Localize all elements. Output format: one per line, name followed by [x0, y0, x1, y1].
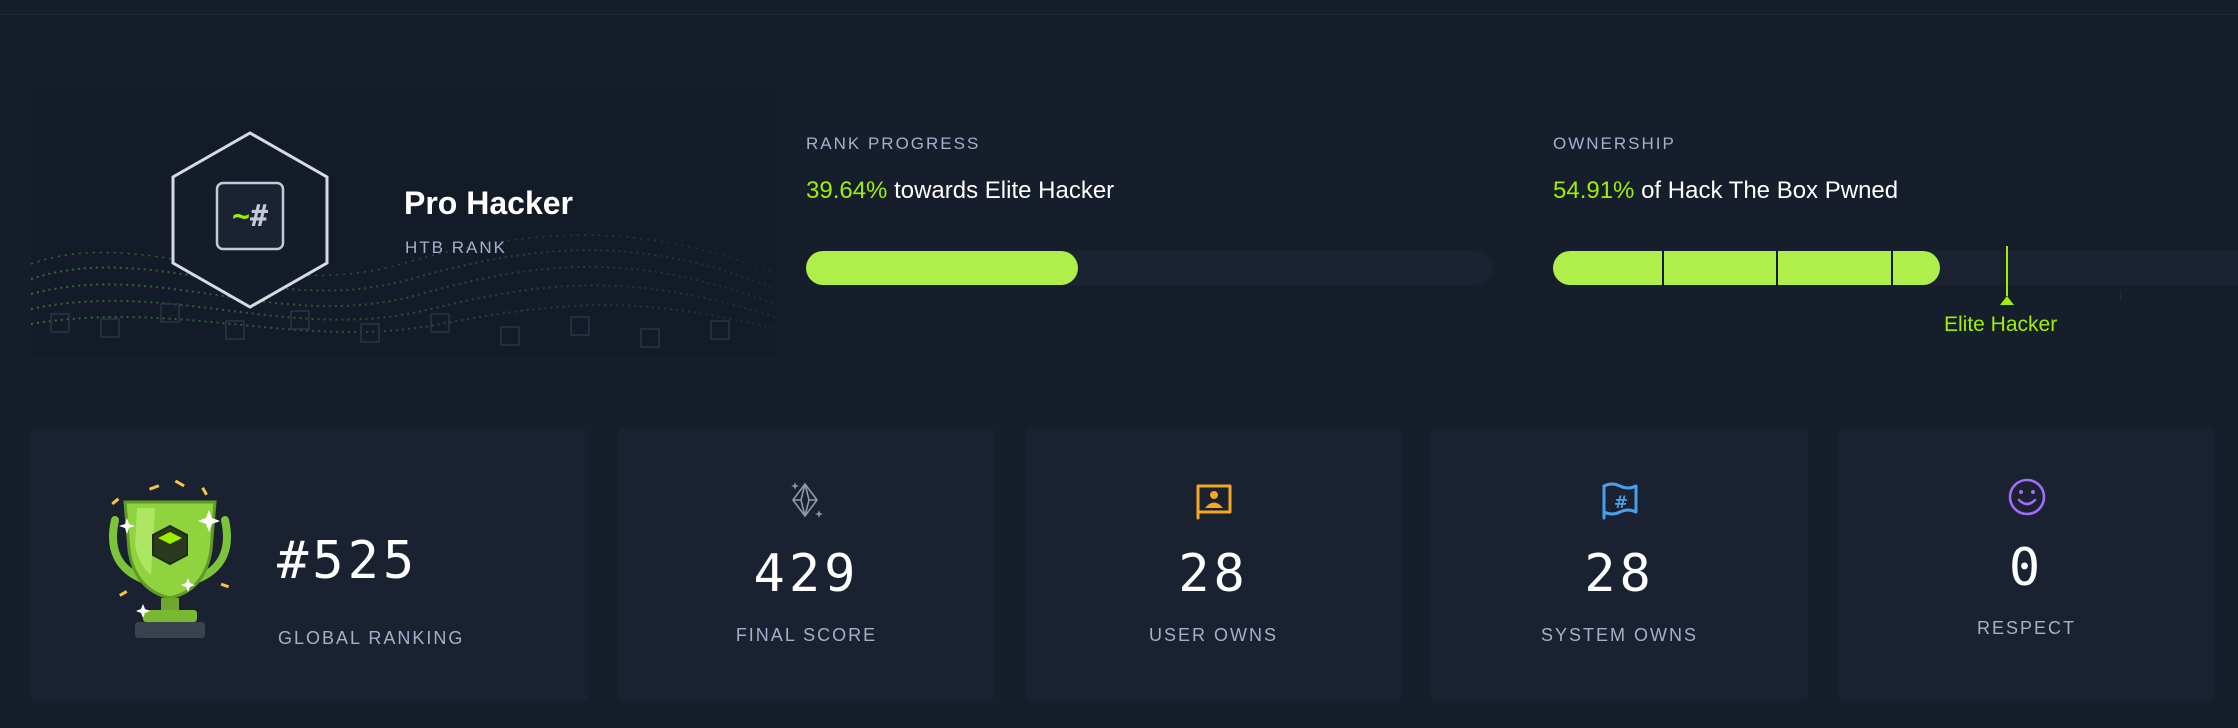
- respect-value: 0: [2008, 538, 2045, 598]
- system-owns-label: SYSTEM OWNS: [1540, 625, 1698, 645]
- rank-title: Pro Hacker: [404, 185, 573, 221]
- rank-progress-towards: towards: [894, 177, 979, 204]
- rank-progress-text: 39.64% towards Elite Hacker: [806, 177, 1114, 205]
- system-owns-card: # 28 SYSTEM OWNS: [1431, 428, 1808, 701]
- global-ranking-label: GLOBAL RANKING: [278, 628, 465, 648]
- ownership-fill: [1553, 251, 1940, 285]
- elite-hacker-marker-line: [2006, 246, 2008, 296]
- rank-hex-logo: ~#: [171, 131, 329, 309]
- global-ranking-card: #525 GLOBAL RANKING: [31, 428, 588, 701]
- user-owns-card: 28 USER OWNS: [1025, 428, 1402, 701]
- header-divider: [0, 14, 2238, 15]
- svg-text:~#: ~#: [232, 199, 268, 234]
- ownership-segment-tick: [1662, 251, 1664, 285]
- trophy-icon: [109, 480, 231, 638]
- elite-hacker-marker-arrow: [2000, 296, 2014, 305]
- ownership-label: OWNERSHIP: [1553, 134, 1676, 153]
- final-score-value: 429: [753, 544, 860, 604]
- global-ranking-value: #525: [277, 531, 419, 591]
- user-owns-label: USER OWNS: [1148, 625, 1278, 645]
- user-owns-value: 28: [1178, 544, 1249, 604]
- ownership-segment-tick: [1776, 251, 1778, 285]
- system-flag-icon: #: [1602, 482, 1637, 520]
- wave-background: [31, 234, 776, 348]
- respect-card: 0 RESPECT: [1838, 428, 2215, 701]
- rank-banner: ~# Pro Hacker HTB RANK: [31, 89, 776, 357]
- final-score-label: FINAL SCORE: [735, 625, 878, 645]
- ownership-text: 54.91% of Hack The Box Pwned: [1553, 177, 1898, 205]
- system-owns-value: 28: [1584, 544, 1655, 604]
- diamond-icon: [790, 482, 823, 518]
- ownership-scale-tick: [2120, 290, 2121, 300]
- ownership-segment-tick: [1891, 251, 1893, 285]
- rank-progress-fill: [806, 251, 1078, 285]
- final-score-card: 429 FINAL SCORE: [618, 428, 995, 701]
- elite-hacker-marker-label: Elite Hacker: [1944, 313, 2058, 336]
- smiley-icon: [2008, 478, 2045, 516]
- ownership-suffix: of Hack The Box Pwned: [1641, 177, 1899, 204]
- rank-progress-target: Elite Hacker: [984, 177, 1115, 204]
- rank-progress-percent: 39.64%: [806, 177, 888, 204]
- user-flag-icon: [1196, 484, 1231, 520]
- rank-subtitle: HTB RANK: [405, 238, 507, 257]
- rank-progress-label: RANK PROGRESS: [806, 134, 981, 153]
- respect-label: RESPECT: [1976, 618, 2077, 638]
- svg-text:#: #: [1613, 493, 1627, 513]
- ownership-percent: 54.91%: [1553, 177, 1635, 204]
